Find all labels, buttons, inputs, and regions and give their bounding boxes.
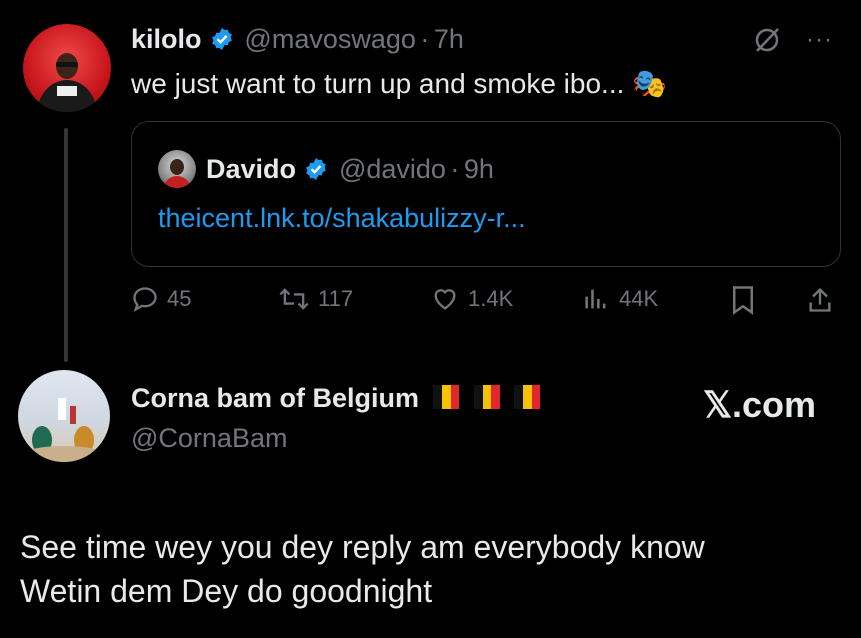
tweet-header: kilolo @mavoswago · 7h <box>131 24 464 55</box>
tweet-text-body: we just want to turn up and smoke ibo... <box>131 68 625 99</box>
analytics-icon <box>585 289 606 309</box>
reply-count: 45 <box>167 286 192 311</box>
reply-author-avatar[interactable] <box>18 370 110 462</box>
tweet-time[interactable]: 7h <box>434 24 464 54</box>
x-com-watermark: 𝕏.com <box>703 384 817 425</box>
author-avatar[interactable] <box>23 24 111 112</box>
verified-badge-icon <box>212 28 232 50</box>
belgium-flag-icon <box>473 385 500 409</box>
belgium-flag-icon <box>514 385 541 409</box>
repost-count: 117 <box>318 286 354 311</box>
more-options-icon[interactable]: ··· <box>806 26 833 54</box>
reply-text-line: See time wey you dey reply am everybody … <box>20 529 705 565</box>
quoted-author-name[interactable]: Davido <box>206 154 296 184</box>
reply-text-line: Wetin dem Dey do goodnight <box>20 573 433 609</box>
tweet-text: we just want to turn up and smoke ibo...… <box>131 67 667 100</box>
quoted-author-handle[interactable]: @davido <box>339 154 446 184</box>
quoted-header: Davido @davido · 9h <box>206 154 494 185</box>
reply-header: Corna bam of Belgium <box>131 383 541 414</box>
like-button[interactable]: 1.4K <box>430 285 513 313</box>
thread-line <box>64 128 68 362</box>
bookmark-icon <box>733 286 753 315</box>
author-name[interactable]: kilolo <box>131 24 202 54</box>
repost-button[interactable]: 117 <box>278 285 353 313</box>
views-count: 44K <box>619 286 659 311</box>
share-button[interactable] <box>806 285 842 315</box>
repost-icon <box>279 288 309 310</box>
reply-button[interactable]: 45 <box>131 285 191 313</box>
theater-masks-icon: 🎭 <box>632 68 668 99</box>
author-handle[interactable]: @mavoswago <box>244 24 415 54</box>
reply-author-handle[interactable]: @CornaBam <box>131 423 287 454</box>
heart-icon <box>434 289 456 310</box>
grok-icon[interactable] <box>752 24 782 59</box>
reply-icon <box>133 287 157 313</box>
verified-badge-icon <box>306 158 327 180</box>
separator-dot: · <box>450 154 460 184</box>
reply-text: See time wey you dey reply am everybody … <box>20 525 705 613</box>
quoted-tweet-card[interactable] <box>131 121 841 267</box>
separator-dot: · <box>420 24 430 54</box>
belgium-flag-icon <box>433 385 460 409</box>
quoted-link[interactable]: theicent.lnk.to/shakabulizzy-r... <box>158 203 526 234</box>
views-button[interactable]: 44K <box>581 285 658 313</box>
quoted-time[interactable]: 9h <box>464 154 494 184</box>
reply-author-name[interactable]: Corna bam of Belgium <box>131 383 419 413</box>
bookmark-button[interactable] <box>730 285 764 315</box>
share-icon <box>809 287 831 312</box>
like-count: 1.4K <box>468 286 514 311</box>
quoted-author-avatar[interactable] <box>158 150 196 188</box>
